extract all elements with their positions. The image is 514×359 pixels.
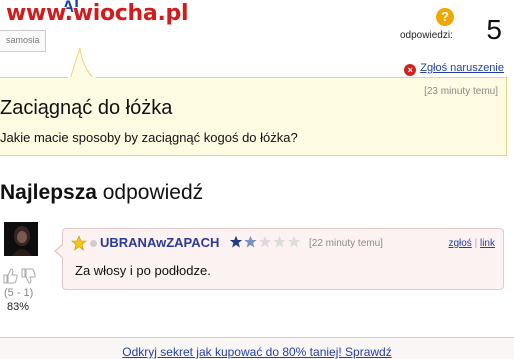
best-star-icon bbox=[71, 235, 87, 251]
answer-text: Za włosy i po podłodze. bbox=[75, 263, 211, 278]
question-title: Zaciągnąć do łóżka bbox=[0, 97, 173, 119]
thumbs-up-icon[interactable] bbox=[2, 268, 18, 284]
report-question[interactable]: × Zgłoś naruszenie bbox=[404, 62, 504, 76]
question-bubble-tail bbox=[68, 48, 96, 79]
asker-label: samosia bbox=[6, 35, 40, 45]
question-body: Jakie macie sposoby by zaciągnąć kogoś d… bbox=[0, 130, 298, 145]
rank-star-icon bbox=[287, 235, 301, 248]
rank-star-icon bbox=[229, 235, 243, 248]
question-time: [23 minuty temu] bbox=[424, 86, 498, 97]
rank-star-icon bbox=[273, 235, 286, 248]
question-mark-icon: ? bbox=[436, 8, 454, 26]
answer-author[interactable]: UBRANAwZAPACH bbox=[100, 235, 219, 250]
vote-percent: 83% bbox=[7, 301, 30, 313]
answer-bubble-tail bbox=[54, 243, 64, 259]
promo-bar: Odkryj sekret jak kupować do 80% taniej!… bbox=[0, 337, 514, 359]
rank-stars bbox=[229, 235, 301, 248]
thumbs-down-icon[interactable] bbox=[20, 268, 36, 284]
asker-avatar[interactable]: samosia bbox=[0, 30, 46, 52]
report-question-link[interactable]: Zgłoś naruszenie bbox=[420, 62, 504, 74]
answers-counter: ? odpowiedzi: 5 bbox=[400, 8, 502, 45]
best-answer-heading: Najlepsza odpowiedź bbox=[0, 181, 204, 204]
answers-label: odpowiedzi: bbox=[400, 30, 453, 41]
answer-permalink[interactable]: link bbox=[480, 238, 495, 249]
actions-separator: | bbox=[474, 238, 478, 249]
answer-actions: zgłoś | link bbox=[448, 238, 495, 249]
status-dot-icon bbox=[90, 240, 97, 247]
answerer-avatar[interactable] bbox=[4, 222, 38, 256]
site-watermark: www.wiocha.pl bbox=[6, 1, 189, 26]
rank-star-icon bbox=[258, 235, 272, 248]
best-answer-box: UBRANAwZAPACH [22 minuty temu] zgłoś | l… bbox=[54, 228, 504, 290]
close-circle-icon: × bbox=[404, 64, 417, 76]
answers-count: 5 bbox=[486, 14, 502, 45]
report-answer-link[interactable]: zgłoś bbox=[448, 238, 471, 249]
question-box: [23 minuty temu] Zaciągnąć do łóżka Jaki… bbox=[0, 77, 507, 156]
vote-counts: (5 - 1) bbox=[4, 287, 34, 299]
promo-link[interactable]: Odkryj sekret jak kupować do 80% taniej!… bbox=[122, 345, 391, 359]
answer-time: [22 minuty temu] bbox=[309, 238, 383, 249]
rank-star-icon bbox=[244, 235, 257, 248]
